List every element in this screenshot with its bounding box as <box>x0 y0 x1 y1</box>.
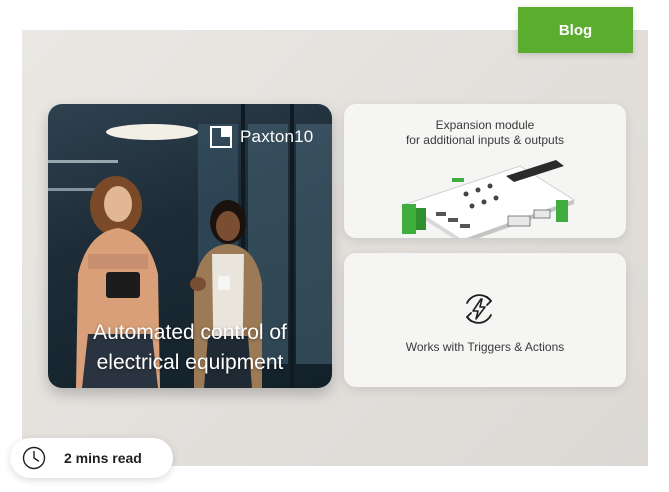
caption-line-1: Automated control of <box>93 321 287 344</box>
refresh-lightning-icon <box>466 294 492 324</box>
triggers-actions-card[interactable]: Works with Triggers & Actions <box>344 253 626 387</box>
expansion-module-card[interactable]: Expansion module for additional inputs &… <box>344 104 626 238</box>
expansion-module-title: Expansion module for additional inputs &… <box>344 118 626 148</box>
clock-icon <box>22 446 46 470</box>
paxton-brand: Paxton10 <box>210 126 313 148</box>
read-time-badge: 2 mins read <box>10 438 173 478</box>
hero-photo-card: Paxton10 Automated control of electrical… <box>48 104 332 388</box>
read-time-label: 2 mins read <box>64 450 142 466</box>
paxton-square-logo-icon <box>210 126 232 148</box>
photo-caption: Automated control of electrical equipmen… <box>48 318 332 378</box>
brand-name: Paxton10 <box>240 127 314 146</box>
blog-tag[interactable]: Blog <box>518 7 633 53</box>
triggers-actions-text: Works with Triggers & Actions <box>405 340 565 354</box>
caption-line-2: electrical equipment <box>96 351 284 374</box>
title-line-2: for additional inputs & outputs <box>405 133 565 147</box>
expansion-module-image <box>402 160 576 238</box>
title-line-1: Expansion module <box>435 118 535 132</box>
